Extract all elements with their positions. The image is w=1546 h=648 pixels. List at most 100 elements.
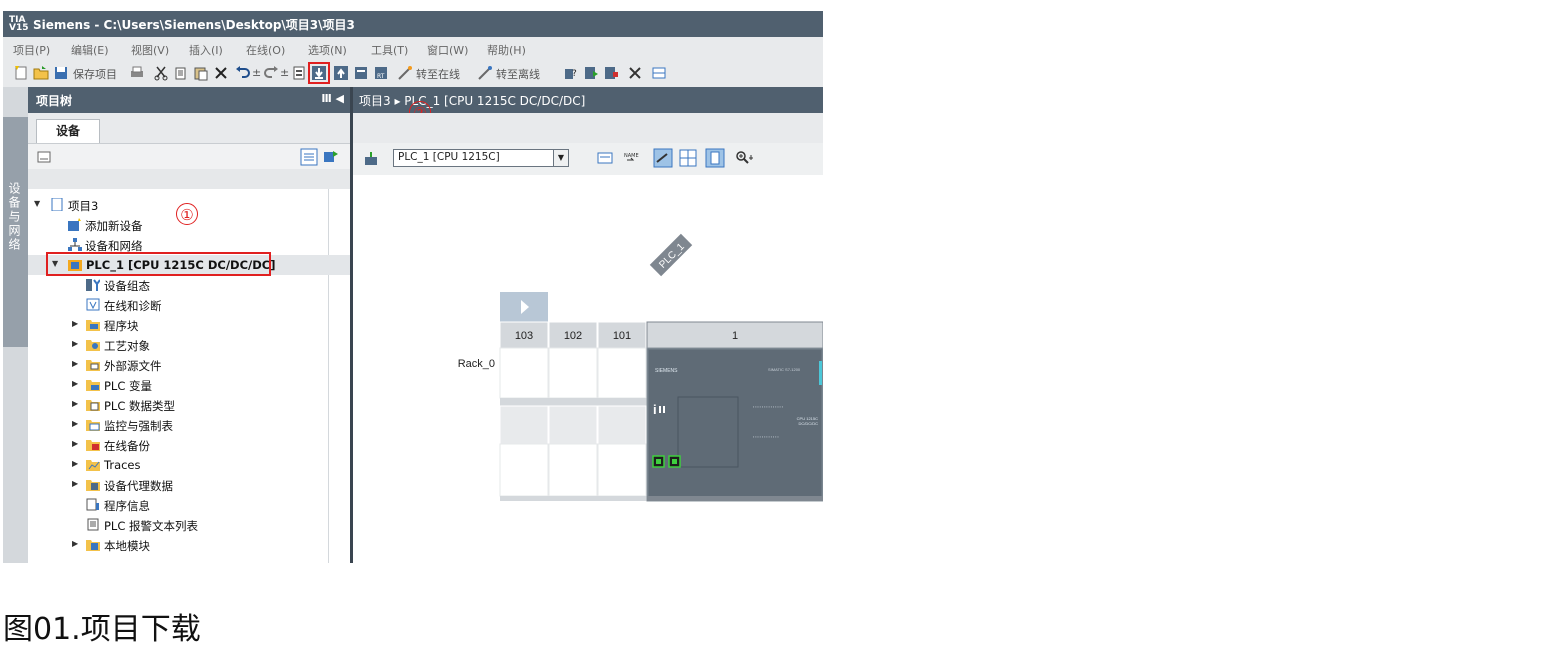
tree-item-technology-objects[interactable]: ▶ 工艺对象 xyxy=(28,335,350,355)
plc-name-tag: PLC_1 xyxy=(649,233,693,277)
tree-item-device-proxy[interactable]: ▶ 设备代理数据 xyxy=(28,475,350,495)
tree-item-device-config[interactable]: 设备组态 xyxy=(28,275,350,295)
device-select[interactable]: PLC_1 [CPU 1215C] ▼ xyxy=(393,149,569,167)
grid-icon[interactable] xyxy=(679,149,697,171)
device-select-value: PLC_1 [CPU 1215C] xyxy=(398,151,500,163)
menu-window[interactable]: 窗口(W) xyxy=(427,42,468,58)
menu-online[interactable]: 在线(O) xyxy=(246,42,285,58)
tree-item-online-diag[interactable]: 在线和诊断 xyxy=(28,295,350,315)
delete-icon[interactable] xyxy=(213,65,229,81)
menu-edit[interactable]: 编辑(E) xyxy=(71,42,109,58)
tree-item-label: PLC 数据类型 xyxy=(104,399,176,413)
tree-item-label: Traces xyxy=(104,458,141,472)
split-editor-icon[interactable] xyxy=(651,65,667,81)
expand-arrow-icon[interactable]: ▶ xyxy=(72,359,78,368)
expand-arrow-icon[interactable]: ▶ xyxy=(72,419,78,428)
go-online-button[interactable]: 转至在线 xyxy=(416,66,460,82)
add-device-icon xyxy=(68,218,81,231)
tree-item-watch-tables[interactable]: ▶ 监控与强制表 xyxy=(28,415,350,435)
tree-item-program-info[interactable]: 程序信息 xyxy=(28,495,350,515)
network-icon xyxy=(68,238,82,251)
compile-icon[interactable] xyxy=(291,65,307,81)
tree-home-icon[interactable] xyxy=(36,149,52,169)
menu-options[interactable]: 选项(N) xyxy=(308,42,347,58)
cross-reference-icon[interactable] xyxy=(627,65,643,81)
expand-arrow-icon[interactable]: ▶ xyxy=(72,459,78,468)
tree-item-label: 程序块 xyxy=(104,319,139,333)
cpu-brand-label: SIEMENS xyxy=(655,368,678,374)
stop-cpu-icon[interactable] xyxy=(603,65,619,81)
menu-insert[interactable]: 插入(I) xyxy=(189,42,223,58)
redo-icon[interactable] xyxy=(263,65,279,81)
expand-arrow-icon[interactable]: ▶ xyxy=(72,399,78,408)
accessible-devices-icon[interactable]: ? xyxy=(563,65,579,81)
devices-networks-side-tab[interactable]: 设备与网络 xyxy=(3,87,29,563)
tree-item-alarm-text-lists[interactable]: PLC 报警文本列表 xyxy=(28,515,350,535)
cut-icon[interactable] xyxy=(153,65,169,81)
expand-arrow-icon[interactable]: ▶ xyxy=(72,439,78,448)
menu-help[interactable]: 帮助(H) xyxy=(487,42,526,58)
slot-number-1: 1 xyxy=(732,330,738,342)
expand-arrow-icon[interactable]: ▼ xyxy=(34,199,40,208)
slot-number-102: 102 xyxy=(564,330,582,342)
go-offline-icon[interactable] xyxy=(477,65,493,81)
expand-arrow-icon[interactable]: ▶ xyxy=(72,539,78,548)
redo-dropdown[interactable]: ± xyxy=(280,66,289,79)
show-module-icon[interactable] xyxy=(597,150,613,170)
paste-icon[interactable] xyxy=(193,65,209,81)
tree-item-label: 添加新设备 xyxy=(85,219,143,233)
title-bar: TIA V15 Siemens - C:\Users\Siemens\Deskt… xyxy=(3,11,823,37)
editor-tab-strip xyxy=(353,113,823,143)
device-config-icon xyxy=(86,279,100,291)
svg-text:RT: RT xyxy=(377,73,385,80)
go-online-icon[interactable] xyxy=(397,65,413,81)
tab-devices[interactable]: 设备 xyxy=(36,119,100,144)
print-icon[interactable] xyxy=(129,65,145,81)
tree-sync-icon[interactable] xyxy=(322,148,340,170)
device-canvas[interactable]: PLC_1 103 102 101 1 Rack_0 SIEMENS SIMAT… xyxy=(353,175,823,563)
device-icon[interactable] xyxy=(353,65,369,81)
expand-arrow-icon[interactable]: ▶ xyxy=(72,339,78,348)
tree-item-plc-data-types[interactable]: ▶ PLC 数据类型 xyxy=(28,395,350,415)
tree-overview-icon[interactable] xyxy=(300,148,318,170)
simulation-icon[interactable]: RT xyxy=(373,65,389,81)
upload-from-device-icon[interactable] xyxy=(333,65,349,81)
external-sources-icon xyxy=(86,360,100,371)
menu-view[interactable]: 视图(V) xyxy=(131,42,169,58)
project-tree-toolbar xyxy=(28,143,350,170)
tree-item-plc-tags[interactable]: ▶ PLC 变量 xyxy=(28,375,350,395)
tree-item-label: 工艺对象 xyxy=(104,339,150,353)
copy-icon[interactable] xyxy=(173,65,189,81)
save-icon[interactable] xyxy=(53,65,69,81)
show-names-icon[interactable]: NAME xyxy=(623,150,639,170)
menu-tools[interactable]: 工具(T) xyxy=(371,42,408,58)
project-tree-title: 项目树 xyxy=(36,94,73,108)
start-cpu-icon[interactable] xyxy=(583,65,599,81)
breadcrumb: 项目3 ▸ PLC_1 [CPU 1215C DC/DC/DC] xyxy=(359,94,586,108)
main-toolbar: 保存项目 ± ± RT 转至在线 转至离线 ? xyxy=(3,59,823,88)
expand-arrow-icon[interactable]: ▶ xyxy=(72,479,78,488)
svg-text:i: i xyxy=(653,402,657,417)
save-project-button[interactable]: 保存项目 xyxy=(73,66,117,82)
tree-item-program-blocks[interactable]: ▶ 程序块 xyxy=(28,315,350,335)
tree-item-traces[interactable]: ▶ Traces xyxy=(28,455,350,475)
menu-project[interactable]: 项目(P) xyxy=(13,42,50,58)
undo-dropdown[interactable]: ± xyxy=(252,66,261,79)
go-offline-button[interactable]: 转至离线 xyxy=(496,66,540,82)
show-io-icon[interactable] xyxy=(653,148,673,172)
program-blocks-icon xyxy=(86,320,100,331)
new-project-icon[interactable] xyxy=(13,65,29,81)
collapse-panel-controls[interactable]: Ⅲ ◀ xyxy=(321,92,344,105)
device-view-icon[interactable] xyxy=(363,151,379,171)
page-break-icon[interactable] xyxy=(705,148,725,172)
expand-arrow-icon[interactable]: ▶ xyxy=(72,319,78,328)
tree-item-external-sources[interactable]: ▶ 外部源文件 xyxy=(28,355,350,375)
tree-item-online-backups[interactable]: ▶ 在线备份 xyxy=(28,435,350,455)
technology-objects-icon xyxy=(86,340,100,351)
chevron-down-icon[interactable]: ▼ xyxy=(553,150,568,166)
tree-item-local-modules[interactable]: ▶ 本地模块 xyxy=(28,535,350,555)
open-project-icon[interactable] xyxy=(33,65,49,81)
expand-arrow-icon[interactable]: ▶ xyxy=(72,379,78,388)
undo-icon[interactable] xyxy=(235,65,251,81)
zoom-icon[interactable] xyxy=(735,150,757,170)
